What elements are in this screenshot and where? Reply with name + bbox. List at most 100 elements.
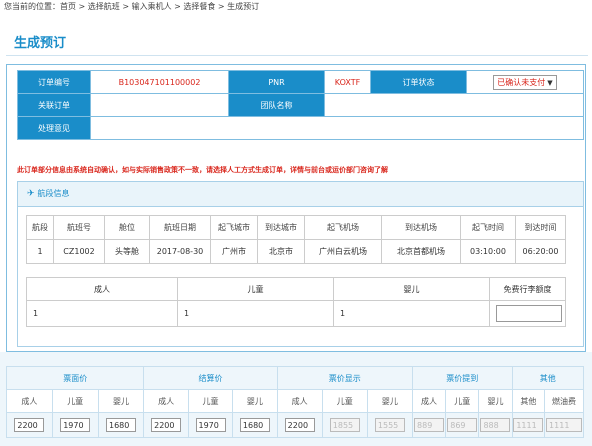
flight-header-cell: 航段 [26, 215, 54, 240]
flight-cell: 03:10:00 [460, 239, 516, 264]
price-sub-cell: 儿童 [445, 389, 480, 413]
price-cell: 1680 [97, 412, 145, 438]
flight-table: 航段 航班号 舱位 航班日期 起飞城市 到达城市 起飞机场 到达机场 起飞时间 … [26, 215, 566, 264]
flight-header-cell: 起飞城市 [210, 215, 258, 240]
price-sub-cell: 成人 [143, 389, 189, 413]
order-no-value: B103047101100002 [90, 70, 229, 94]
flight-header-cell: 航班号 [53, 215, 105, 240]
price-group-cell: 票面价 [5, 366, 145, 390]
price-sub-row: 成人 儿童 婴儿 成人 儿童 婴儿 成人 儿童 婴儿 成人 儿童 婴儿 其他 燃… [6, 389, 584, 413]
price-input[interactable]: 888 [480, 418, 511, 432]
price-sub-cell: 儿童 [187, 389, 234, 413]
adult-count: 1 [26, 300, 178, 327]
price-input[interactable]: 1680 [239, 418, 270, 432]
price-sub-cell: 成人 [276, 389, 323, 413]
price-input[interactable]: 869 [447, 418, 478, 432]
price-input[interactable]: 1970 [60, 418, 91, 432]
price-sub-cell: 成人 [6, 389, 53, 413]
price-input[interactable]: 1855 [329, 418, 360, 432]
flight-cell: 北京市 [257, 239, 305, 264]
flight-header-cell: 航班日期 [149, 215, 211, 240]
price-cell: 1970 [187, 412, 234, 438]
price-cell: 1555 [366, 412, 413, 438]
flight-cell: 2017-08-30 [149, 239, 211, 264]
price-cell: 2200 [276, 412, 323, 438]
price-group-row: 票面价 结算价 票价显示 票价提到 其他 [5, 366, 585, 390]
price-cell: 2200 [6, 412, 53, 438]
passenger-header-cell: 成人 [26, 277, 178, 301]
segment-header[interactable]: ✈ 航段信息 [18, 182, 583, 207]
order-panel: 订单编号 B103047101100002 PNR KOXTF 订单状态 已确认… [6, 64, 586, 352]
pnr-label: PNR [228, 70, 325, 94]
price-input[interactable]: 889 [414, 418, 445, 432]
flight-header-cell: 舱位 [104, 215, 150, 240]
baggage-allowance-input[interactable] [496, 305, 562, 322]
child-count: 1 [177, 300, 334, 327]
flight-cell: 北京首都机场 [381, 239, 461, 264]
linked-order-value[interactable] [90, 93, 229, 117]
flight-header-cell: 到达城市 [257, 215, 305, 240]
passenger-table: 成人 儿童 婴儿 免费行李额度 1 1 1 [26, 277, 566, 327]
price-cell: 869 [445, 412, 480, 438]
price-input[interactable]: 2200 [284, 418, 315, 432]
order-status-cell: 已确认未支付 ▼ [466, 70, 584, 94]
price-cell: 888 [478, 412, 513, 438]
comment-value[interactable] [90, 116, 584, 140]
order-status-select[interactable]: 已确认未支付 ▼ [493, 74, 557, 90]
price-cell: 1111 [511, 412, 546, 438]
plane-icon: ✈ [27, 189, 35, 199]
flight-cell: 广州市 [210, 239, 258, 264]
price-value-row: 2200 1970 1680 2200 1970 1680 2200 1855 … [6, 412, 584, 438]
price-input[interactable]: 1111 [513, 418, 544, 432]
flight-header-cell: 起飞机场 [304, 215, 382, 240]
price-sub-cell: 婴儿 [97, 389, 145, 413]
price-cell: 1970 [51, 412, 99, 438]
price-section: 票面价 结算价 票价显示 票价提到 其他 成人 儿童 婴儿 成人 儿童 婴儿 成… [0, 352, 592, 446]
flight-cell: 06:20:00 [515, 239, 566, 264]
group-name-value[interactable] [324, 93, 584, 117]
price-input[interactable]: 1680 [106, 418, 136, 432]
flight-header-cell: 到达机场 [381, 215, 461, 240]
breadcrumb: 您当前的位置：首页 > 选择航班 > 输入乘机人 > 选择餐食 > 生成预订 [4, 2, 260, 11]
order-info-table: 订单编号 B103047101100002 PNR KOXTF 订单状态 已确认… [17, 70, 584, 140]
passenger-header-cell: 婴儿 [333, 277, 490, 301]
baggage-cell [489, 300, 566, 327]
price-input[interactable]: 2200 [151, 418, 182, 432]
infant-count: 1 [333, 300, 490, 327]
price-sub-cell: 成人 [411, 389, 447, 413]
price-sub-cell: 儿童 [321, 389, 368, 413]
price-input[interactable]: 2200 [14, 418, 45, 432]
title-divider [6, 55, 588, 56]
flight-header-row: 航段 航班号 舱位 航班日期 起飞城市 到达城市 起飞机场 到达机场 起飞时间 … [26, 215, 566, 240]
price-input[interactable]: 1111 [546, 418, 583, 432]
price-input[interactable]: 1970 [195, 418, 226, 432]
passenger-header-row: 成人 儿童 婴儿 免费行李额度 [26, 277, 566, 301]
chevron-down-icon: ▼ [547, 78, 553, 87]
page-title: 生成预订 [14, 36, 67, 51]
price-cell: 1680 [232, 412, 278, 438]
flight-header-cell: 到达时间 [515, 215, 566, 240]
order-status-label: 订单状态 [370, 70, 467, 94]
flight-cell: 头等舱 [104, 239, 150, 264]
price-cell: 1111 [544, 412, 584, 438]
flight-cell: CZ1002 [53, 239, 105, 264]
order-status-value: 已确认未支付 [497, 77, 546, 87]
price-group-cell: 其他 [511, 366, 585, 390]
price-sub-cell: 婴儿 [478, 389, 513, 413]
comment-label: 处理意见 [17, 116, 91, 140]
linked-order-label: 关联订单 [17, 93, 91, 117]
passenger-row: 1 1 1 [26, 300, 566, 327]
price-cell: 1855 [321, 412, 368, 438]
passenger-header-cell: 儿童 [177, 277, 334, 301]
price-cell: 889 [411, 412, 447, 438]
price-sub-cell: 其他 [511, 389, 546, 413]
price-input[interactable]: 1555 [374, 418, 405, 432]
price-cell: 2200 [143, 412, 189, 438]
segment-heading: 航段信息 [37, 189, 70, 198]
price-group-cell: 票价提到 [411, 366, 513, 390]
flight-cell: 1 [26, 239, 54, 264]
price-group-cell: 结算价 [143, 366, 278, 390]
price-sub-cell: 燃油费 [544, 389, 584, 413]
segment-panel: ✈ 航段信息 航段 航班号 舱位 航班日期 起飞城市 到达城市 起飞机场 到达机场… [17, 181, 584, 347]
order-no-label: 订单编号 [17, 70, 91, 94]
